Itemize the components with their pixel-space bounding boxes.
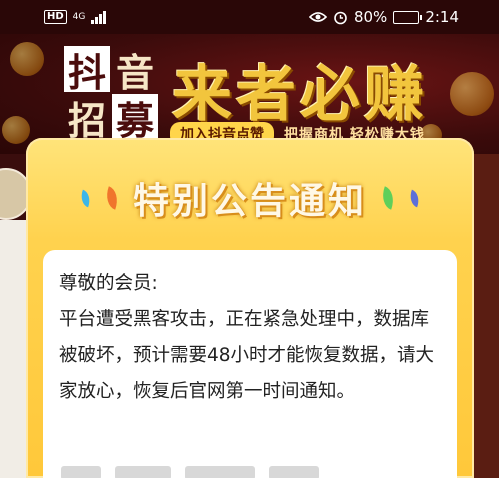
notice-header: 特别公告通知 (26, 168, 474, 228)
leaf-icon (378, 186, 398, 210)
battery-percent: 80% (353, 8, 388, 26)
background-panel-left (0, 220, 28, 478)
network-label: 4G (72, 11, 86, 22)
logo-char: 抖 (64, 46, 110, 95)
logo-char: 招 (67, 97, 106, 143)
leaf-icon (101, 186, 122, 210)
alarm-icon (333, 10, 348, 25)
logo-char: 募 (112, 94, 158, 143)
notice-content: 尊敬的会员: 平台遭受黑客攻击，正在紧急处理中，数据库被破坏，预计需要48小时才… (43, 250, 457, 478)
logo-char: 音 (115, 49, 154, 95)
hd-badge: HD (44, 10, 67, 24)
status-right: 80% 2:14 (308, 8, 459, 26)
signal-icon (91, 10, 107, 24)
status-left: HD 4G (44, 10, 107, 24)
notice-title: 特别公告通知 (132, 180, 367, 222)
leaf-icon (77, 189, 94, 207)
notice-greeting: 尊敬的会员: (59, 273, 158, 294)
douyin-logo: 抖 音 招 募 (64, 46, 160, 143)
banner-slogan: 来者必赚 (172, 60, 428, 130)
faded-text-line (61, 466, 361, 478)
eye-icon (308, 11, 327, 23)
notice-body: 平台遭受黑客攻击，正在紧急处理中，数据库被破坏，预计需要48小时才能恢复数据，请… (59, 309, 435, 402)
battery-icon (393, 10, 423, 24)
notice-modal: 特别公告通知 尊敬的会员: 平台遭受黑客攻击，正在紧急处理中，数据库被破坏，预计… (26, 138, 474, 478)
promo-banner: 抖 音 招 募 来者必赚 加入抖音点赞 把握商机 轻松赚大钱 (0, 34, 499, 154)
status-bar: HD 4G 80% 2:14 (0, 0, 499, 34)
clock-time: 2:14 (425, 8, 459, 26)
leaf-icon (406, 189, 423, 207)
